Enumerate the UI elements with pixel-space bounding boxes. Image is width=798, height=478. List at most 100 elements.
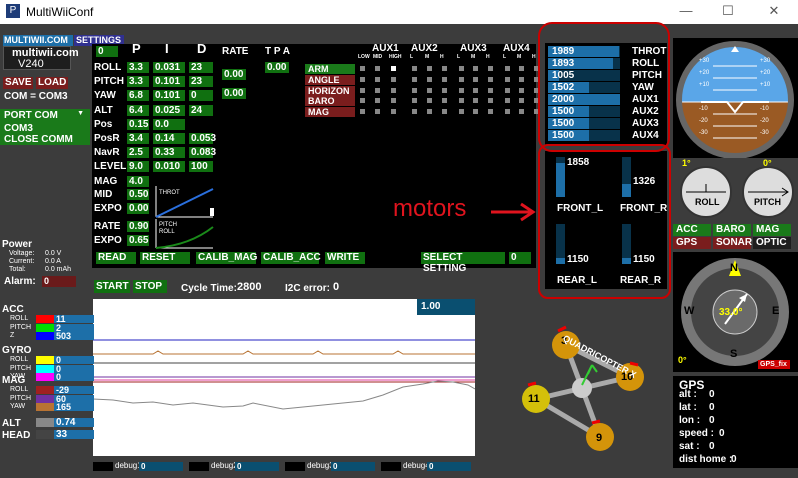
- sensor-color-swatch[interactable]: [36, 430, 54, 439]
- aux-checkbox[interactable]: [519, 98, 524, 104]
- calib-mag-button[interactable]: CALIB_MAG: [196, 252, 257, 264]
- aux-checkbox[interactable]: [473, 87, 478, 93]
- stop-button[interactable]: STOP: [133, 280, 167, 293]
- aux-checkbox[interactable]: [412, 87, 417, 93]
- rate-yaw[interactable]: 0.00: [222, 88, 246, 99]
- aux-checkbox[interactable]: [442, 66, 447, 71]
- aux-checkbox[interactable]: [427, 76, 432, 82]
- pid-i-field[interactable]: 0.0: [153, 118, 185, 130]
- select-setting-button[interactable]: SELECT SETTING: [421, 252, 505, 274]
- aux-checkbox[interactable]: [505, 109, 510, 115]
- chevron-down-icon[interactable]: ▼: [77, 110, 84, 117]
- write-button[interactable]: WRITE: [325, 252, 365, 264]
- start-button[interactable]: START: [94, 280, 130, 293]
- pid-d-field[interactable]: 0: [189, 90, 213, 102]
- pid-d-field[interactable]: 24: [189, 104, 213, 116]
- sensor-color-swatch[interactable]: [36, 323, 54, 332]
- aux-checkbox[interactable]: [427, 87, 432, 93]
- aux-checkbox[interactable]: [375, 87, 380, 93]
- pid-p-field[interactable]: 6.8: [127, 90, 149, 102]
- aux-checkbox[interactable]: [459, 66, 464, 71]
- setting-value[interactable]: 0: [509, 252, 531, 264]
- aux-checkbox[interactable]: [375, 109, 380, 115]
- close-comm-button[interactable]: CLOSE COMM: [4, 134, 73, 145]
- reset-button[interactable]: RESET: [140, 252, 190, 264]
- aux-checkbox[interactable]: [459, 98, 464, 104]
- pid-p-field[interactable]: 0.15: [127, 118, 149, 130]
- aux-checkbox[interactable]: [412, 98, 417, 104]
- sensor-color-swatch[interactable]: [36, 386, 54, 394]
- debug-swatch[interactable]: [285, 462, 305, 471]
- port-com-panel[interactable]: PORT COM ▼ COM3 CLOSE COMM: [0, 109, 90, 145]
- minimize-icon[interactable]: —: [676, 3, 696, 18]
- sensor-color-swatch[interactable]: [36, 332, 54, 340]
- aux-checkbox[interactable]: [442, 98, 447, 104]
- debug-swatch[interactable]: [189, 462, 209, 471]
- aux-checkbox[interactable]: [459, 76, 464, 82]
- pid-d-field[interactable]: 0.053: [189, 133, 216, 144]
- pid-p-field[interactable]: 3.3: [127, 76, 149, 88]
- rate-value[interactable]: 0.90: [127, 221, 149, 232]
- aux-checkbox[interactable]: [505, 98, 510, 104]
- aux-checkbox[interactable]: [488, 76, 493, 82]
- expo2-value[interactable]: 0.65: [127, 235, 149, 246]
- pid-i-field[interactable]: 0.101: [153, 90, 185, 102]
- sensor-color-swatch[interactable]: [36, 418, 54, 427]
- aux-checkbox[interactable]: [360, 98, 365, 104]
- aux-checkbox[interactable]: [488, 109, 493, 115]
- pid-d-field[interactable]: 23: [189, 62, 213, 73]
- aux-checkbox[interactable]: [459, 109, 464, 115]
- pid-i-field[interactable]: 0.025: [153, 104, 185, 116]
- sensor-color-swatch[interactable]: [36, 364, 54, 373]
- aux-checkbox[interactable]: [473, 98, 478, 104]
- sensor-color-swatch[interactable]: [36, 356, 54, 364]
- aux-checkbox[interactable]: [391, 98, 396, 104]
- pid-i-field[interactable]: 0.010: [153, 161, 185, 173]
- pid-top-value[interactable]: 0: [96, 46, 118, 57]
- aux-checkbox[interactable]: [505, 66, 510, 71]
- aux-checkbox[interactable]: [412, 76, 417, 82]
- aux-checkbox[interactable]: [391, 66, 396, 71]
- pid-d-field[interactable]: 23: [189, 76, 213, 88]
- tpa-value[interactable]: 0.00: [265, 62, 289, 73]
- debug-swatch[interactable]: [93, 462, 113, 471]
- aux-checkbox[interactable]: [505, 87, 510, 93]
- com3-item[interactable]: COM3: [4, 123, 33, 134]
- aux-checkbox[interactable]: [519, 109, 524, 115]
- aux-checkbox[interactable]: [459, 87, 464, 93]
- aux-checkbox[interactable]: [360, 109, 365, 115]
- aux-checkbox[interactable]: [473, 109, 478, 115]
- sensor-color-swatch[interactable]: [36, 373, 54, 381]
- pid-i-field[interactable]: 0.33: [153, 147, 185, 159]
- aux-checkbox[interactable]: [412, 109, 417, 115]
- aux-checkbox[interactable]: [519, 76, 524, 82]
- aux-checkbox[interactable]: [519, 66, 524, 71]
- rate-roll-pitch[interactable]: 0.00: [222, 69, 246, 80]
- aux-checkbox[interactable]: [488, 66, 493, 71]
- calib-acc-button[interactable]: CALIB_ACC: [261, 252, 321, 264]
- aux-checkbox[interactable]: [391, 87, 396, 93]
- aux-checkbox[interactable]: [488, 98, 493, 104]
- pid-d-field[interactable]: 100: [189, 161, 213, 173]
- pid-p-field[interactable]: 3.3: [127, 62, 149, 73]
- tab-multiwii-com[interactable]: MULTIWII.COM: [3, 35, 73, 46]
- save-button[interactable]: SAVE: [3, 77, 33, 89]
- aux-checkbox[interactable]: [391, 109, 396, 115]
- sensor-color-swatch[interactable]: [36, 394, 54, 403]
- sensor-color-swatch[interactable]: [36, 315, 54, 323]
- read-button[interactable]: READ: [96, 252, 136, 264]
- aux-checkbox[interactable]: [427, 66, 432, 71]
- aux-checkbox[interactable]: [442, 76, 447, 82]
- alarm-value[interactable]: 0: [42, 276, 76, 287]
- pid-i-field[interactable]: 0.14: [153, 133, 185, 144]
- pid-d-field[interactable]: 0.083: [189, 147, 216, 159]
- pid-p-field[interactable]: 6.4: [127, 104, 149, 116]
- aux-checkbox[interactable]: [427, 109, 432, 115]
- pid-i-field[interactable]: 0.101: [153, 76, 185, 88]
- aux-checkbox[interactable]: [488, 87, 493, 93]
- aux-checkbox[interactable]: [375, 98, 380, 104]
- aux-checkbox[interactable]: [505, 76, 510, 82]
- close-icon[interactable]: ✕: [764, 3, 784, 19]
- aux-checkbox[interactable]: [375, 76, 380, 82]
- aux-checkbox[interactable]: [427, 98, 432, 104]
